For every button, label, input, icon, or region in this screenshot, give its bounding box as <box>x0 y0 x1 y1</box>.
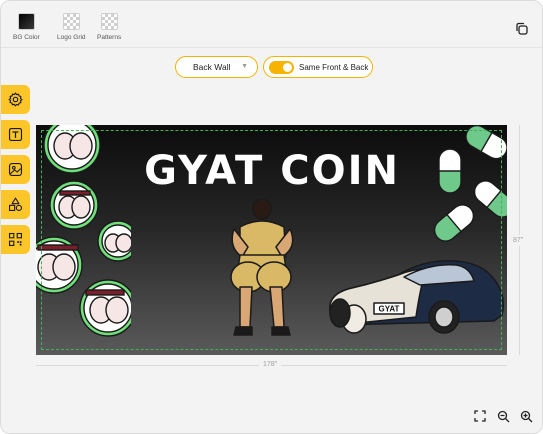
sidebar-item-image[interactable] <box>1 155 30 184</box>
bg-color-tool[interactable]: BG Color <box>13 13 40 41</box>
logo-grid-tool[interactable]: Logo Grid <box>57 13 86 41</box>
same-front-back-label: Same Front & Back <box>299 62 369 72</box>
same-front-back-toggle[interactable]: Same Front & Back <box>263 56 373 78</box>
patterns-icon <box>100 13 118 30</box>
bg-color-swatch-icon <box>17 13 35 30</box>
sidebar-item-text[interactable] <box>1 120 30 149</box>
logo-grid-label: Logo Grid <box>57 34 86 41</box>
width-dimension-label: 178" <box>259 361 282 368</box>
height-dimension-label: 87" <box>513 235 524 246</box>
copy-icon[interactable] <box>514 21 530 37</box>
wall-select[interactable]: Back Wall ▼ <box>175 56 258 78</box>
patterns-label: Patterns <box>97 34 122 41</box>
toggle-switch[interactable] <box>269 60 294 74</box>
safe-area-guide <box>41 130 502 350</box>
sidebar-item-qr-code[interactable] <box>1 225 30 254</box>
zoom-out-icon[interactable] <box>494 407 512 425</box>
settings-gear-icon <box>8 92 23 107</box>
image-icon <box>8 162 23 177</box>
editor-window: BG Color Logo Grid Patterns Back Wall ▼ … <box>0 0 543 434</box>
qr-code-icon <box>8 232 23 247</box>
zoom-in-icon[interactable] <box>517 407 535 425</box>
patterns-tool[interactable]: Patterns <box>97 13 121 41</box>
chevron-down-icon: ▼ <box>241 63 248 70</box>
text-icon <box>8 127 23 142</box>
sidebar-item-shapes[interactable] <box>1 190 30 219</box>
top-toolbar: BG Color Logo Grid Patterns <box>1 1 542 48</box>
wall-select-value: Back Wall <box>193 62 231 72</box>
logo-grid-icon <box>62 13 80 30</box>
shapes-icon <box>8 197 23 212</box>
bg-color-label: BG Color <box>13 34 40 41</box>
design-canvas[interactable]: GYAT COIN GYAT <box>36 125 507 355</box>
fit-screen-icon[interactable] <box>471 407 489 425</box>
sidebar-item-settings[interactable] <box>1 85 30 114</box>
